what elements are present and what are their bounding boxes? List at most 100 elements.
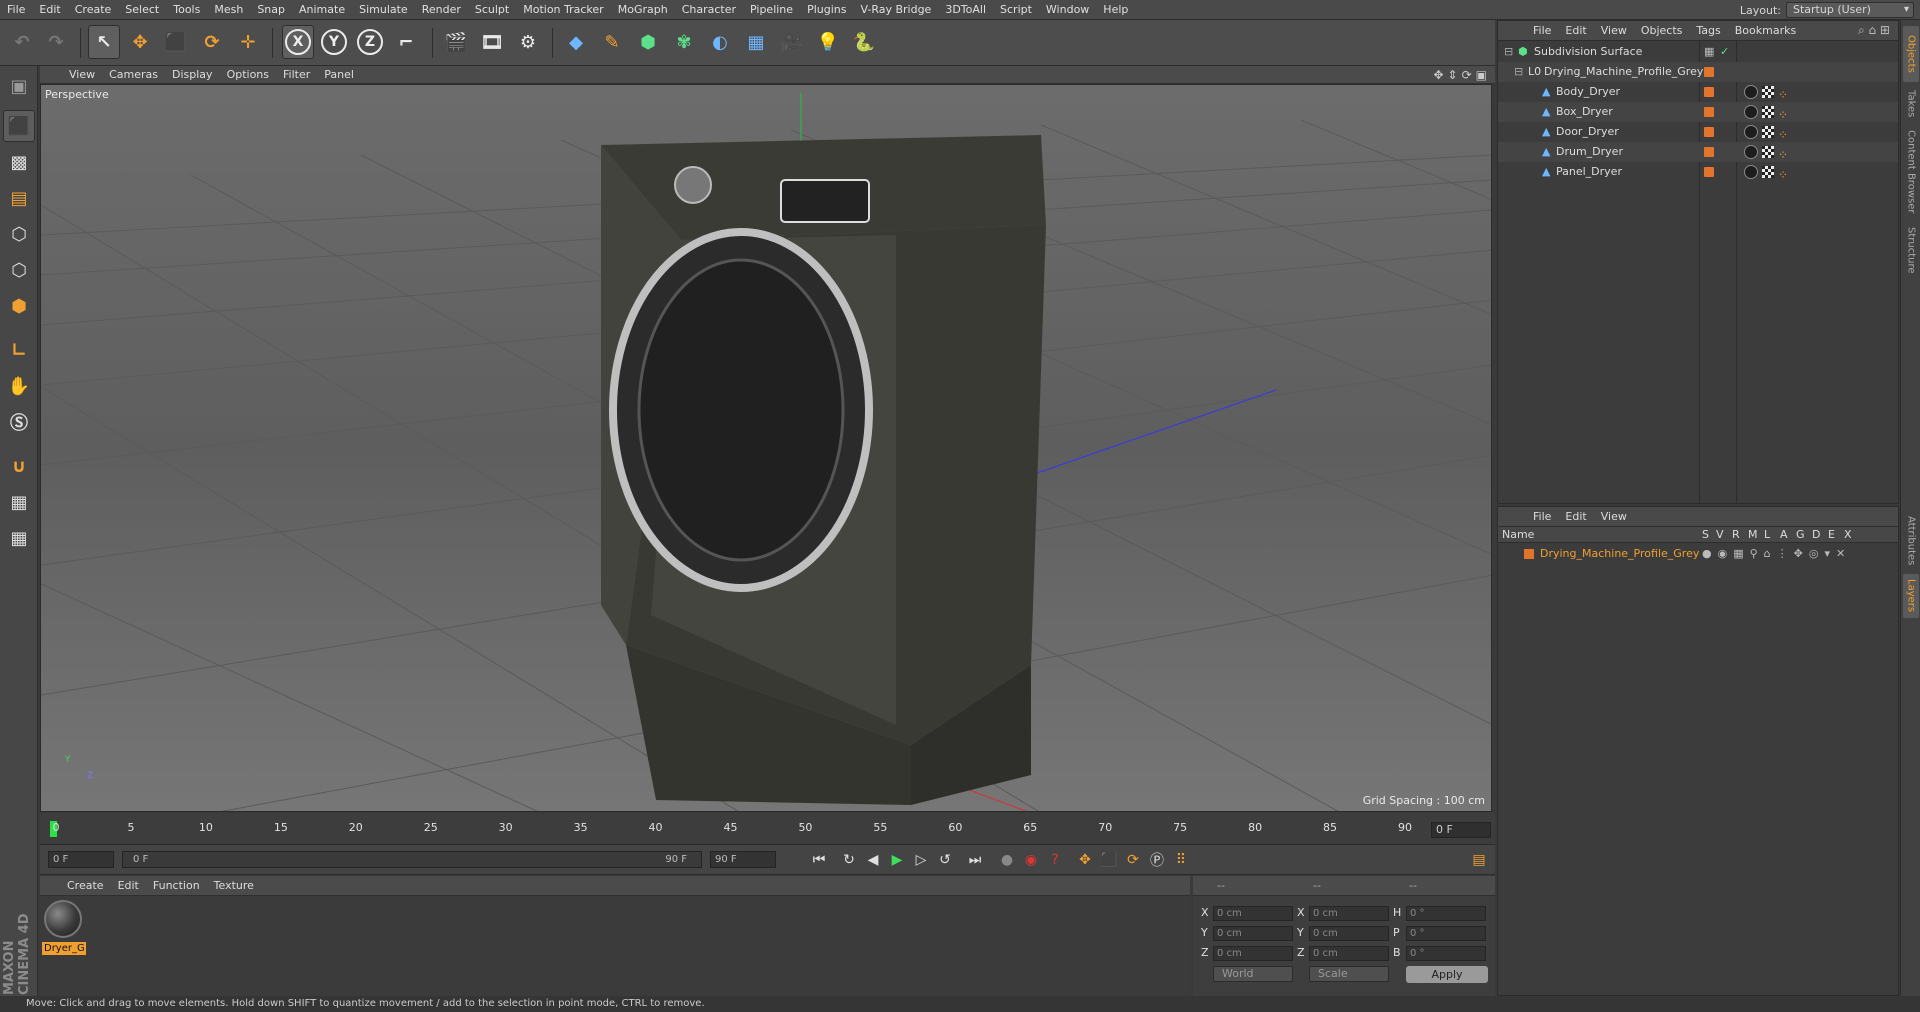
layer-menu-view[interactable]: View [1594,510,1634,523]
loop-forward-icon[interactable]: ↺ [934,850,956,870]
tab-structure[interactable]: Structure [1903,220,1919,280]
workplane-mode-icon[interactable]: ▤ [3,182,35,214]
material-tag-icon[interactable] [1744,85,1758,99]
step-forward-icon[interactable]: ▷ [910,850,932,870]
enabled-check-icon[interactable]: ✓ [1720,42,1729,62]
frame-range-slider[interactable]: 0 F 90 F [122,851,702,868]
menu-snap[interactable]: Snap [250,0,292,20]
layer-color-swatch[interactable] [1704,67,1714,77]
rotation-p-field[interactable]: 0 ° [1406,926,1486,941]
menu-window[interactable]: Window [1039,0,1096,20]
object-row-body-dryer[interactable]: ▲ Body_Dryer ⁘ [1498,82,1898,102]
object-menu-edit[interactable]: Edit [1558,24,1593,37]
menu-render[interactable]: Render [415,0,468,20]
magnet-icon[interactable]: ∪ [3,450,35,482]
pan-icon[interactable]: ✥ [1433,68,1443,82]
material-menu-function[interactable]: Function [146,879,207,892]
layer-color-swatch[interactable] [1704,147,1714,157]
material-menu-create[interactable]: Create [60,879,111,892]
rotate-tool-icon[interactable]: ⟳ [196,25,228,59]
menu-motion-tracker[interactable]: Motion Tracker [516,0,610,20]
goto-end-icon[interactable]: ⏭ [964,850,986,870]
camera-icon[interactable]: 🎥 [776,25,808,59]
material-tag-icon[interactable] [1744,165,1758,179]
end-frame-field[interactable]: 90 F [710,851,776,868]
lock-z-axis-button[interactable]: Z [354,25,386,59]
object-menu-bookmarks[interactable]: Bookmarks [1728,24,1803,37]
layer-menu-edit[interactable]: Edit [1558,510,1593,523]
cube-primitive-icon[interactable]: ◆ [560,25,592,59]
planar-workplane-icon[interactable]: ▦ [3,522,35,554]
menu-mesh[interactable]: Mesh [207,0,250,20]
lock-workplane-icon[interactable]: ▦ [3,486,35,518]
autokey-icon[interactable]: ◉ [1020,850,1042,870]
timeline-ruler[interactable]: 0 5 10 15 20 25 30 35 40 45 50 55 60 65 70 75 80 85 90 0 F [40,813,1495,845]
redo-icon[interactable]: ↷ [40,25,72,59]
rotation-b-field[interactable]: 0 ° [1406,946,1486,961]
layer-color-swatch[interactable] [1704,107,1714,117]
viewport-menu-options[interactable]: Options [220,68,276,81]
transform-mode-select[interactable]: Scale [1309,966,1389,982]
material-name[interactable]: Dryer_G [42,942,86,955]
tab-layers[interactable]: Layers [1903,574,1919,618]
size-x-field[interactable]: 0 cm [1309,906,1389,921]
viewport-menu-panel[interactable]: Panel [317,68,361,81]
key-scale-icon[interactable]: ⬛ [1098,850,1120,870]
object-menu-tags[interactable]: Tags [1689,24,1727,37]
tab-content-browser[interactable]: Content Browser [1903,126,1919,218]
python-icon[interactable]: 🐍 [848,25,880,59]
render-picture-viewer-icon[interactable]: 🎞 [476,25,508,59]
model-mode-icon[interactable]: ⬛ [3,110,35,142]
uvw-tag-icon[interactable] [1762,146,1774,158]
move-tool-icon[interactable]: ✥ [124,25,156,59]
coordinate-mode-select[interactable]: World [1213,966,1293,982]
step-back-icon[interactable]: ◀ [862,850,884,870]
pen-spline-icon[interactable]: ✎ [596,25,628,59]
layer-name[interactable]: Drying_Machine_Profile_Grey [1540,545,1699,563]
menu-file[interactable]: File [0,0,32,20]
scale-tool-icon[interactable]: ⬛ [160,25,192,59]
object-menu-view[interactable]: View [1594,24,1634,37]
layer-flag-icons[interactable]: ●◉▦⚲⌂⋮✥◎▾✕ [1702,545,1851,563]
viewport-menu-view[interactable]: View [62,68,102,81]
key-rotation-icon[interactable]: ⟳ [1122,850,1144,870]
uvw-tag-icon[interactable] [1762,86,1774,98]
layer-row[interactable]: Drying_Machine_Profile_Grey ●◉▦⚲⌂⋮✥◎▾✕ [1498,545,1898,563]
orbit-icon[interactable]: ⟳ [1462,68,1472,82]
object-row-subdivision-surface[interactable]: ⊟ ⬢ Subdivision Surface ▦ ✓ [1498,42,1898,62]
layer-color-swatch[interactable] [1704,167,1714,177]
material-menu-edit[interactable]: Edit [111,879,146,892]
uvw-tag-icon[interactable] [1762,126,1774,138]
object-row-drum-dryer[interactable]: ▲ Drum_Dryer ⁘ [1498,142,1898,162]
material-tag-icon[interactable] [1744,105,1758,119]
uvw-tag-icon[interactable] [1762,166,1774,178]
lock-x-axis-button[interactable]: X [282,25,314,59]
layer-menu-file[interactable]: File [1526,510,1558,523]
apply-button[interactable]: Apply [1406,966,1488,983]
object-row-box-dryer[interactable]: ▲ Box_Dryer ⁘ [1498,102,1898,122]
viewport-menu-display[interactable]: Display [165,68,220,81]
menu-select[interactable]: Select [118,0,166,20]
current-frame-field[interactable]: 0 F [1431,822,1491,838]
rotation-h-field[interactable]: 0 ° [1406,906,1486,921]
points-mode-icon[interactable]: ⬡ [3,218,35,250]
selection-tag-icon[interactable]: ⁘ [1778,165,1788,185]
menu-edit[interactable]: Edit [32,0,67,20]
menu-3dtoall[interactable]: 3DToAll [938,0,993,20]
edges-mode-icon[interactable]: ⬡ [3,254,35,286]
size-y-field[interactable]: 0 cm [1309,926,1389,941]
position-z-field[interactable]: 0 cm [1213,946,1293,961]
layer-color-swatch[interactable] [1704,127,1714,137]
uvw-tag-icon[interactable] [1762,106,1774,118]
dolly-icon[interactable]: ⇕ [1448,68,1458,82]
object-menu-file[interactable]: File [1526,24,1558,37]
coordinate-system-icon[interactable]: ⌐ [390,25,422,59]
layout-select[interactable]: Startup (User) [1786,2,1914,18]
axis-mode-icon[interactable]: ∟ [3,334,35,366]
object-row-door-dryer[interactable]: ▲ Door_Dryer ⁘ [1498,122,1898,142]
material-thumbnail[interactable] [44,900,82,938]
tab-takes[interactable]: Takes [1903,84,1919,124]
position-x-field[interactable]: 0 cm [1213,906,1293,921]
menu-mograph[interactable]: MoGraph [611,0,675,20]
key-position-icon[interactable]: ✥ [1074,850,1096,870]
